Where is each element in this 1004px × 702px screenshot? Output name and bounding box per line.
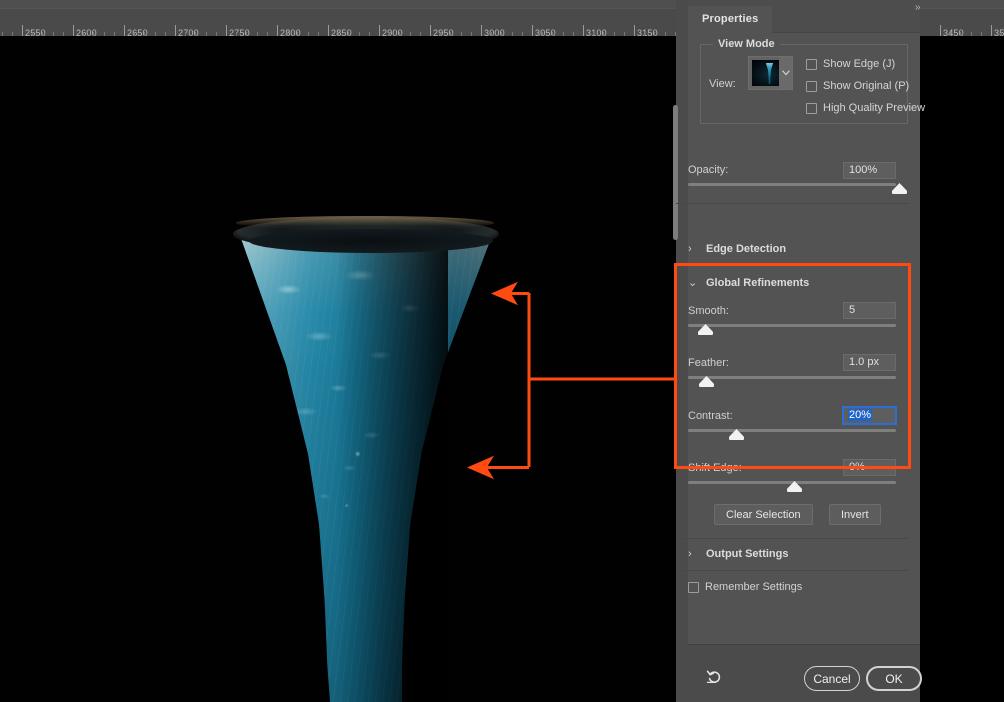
select-and-mask-properties-panel[interactable]: Properties View Mode View: Show Edge (J)… — [673, 0, 925, 702]
vase-patina-texture — [239, 233, 493, 702]
ruler-tick-major — [73, 25, 74, 36]
feather-label: Feather: — [688, 357, 729, 369]
vase-rim-opening — [249, 229, 493, 253]
chevron-down-icon-global-refinements: ⌄ — [688, 277, 698, 289]
ruler-tick-minor — [950, 32, 952, 36]
view-mode-legend: View Mode — [713, 38, 780, 50]
checkbox-high-quality-preview[interactable]: High Quality Preview — [806, 102, 925, 114]
section-label-edge-detection: Edge Detection — [706, 243, 787, 255]
opacity-label: Opacity: — [688, 164, 729, 176]
shift-edge-value-field[interactable]: 0% — [843, 459, 896, 476]
chevron-down-icon[interactable] — [779, 57, 792, 89]
panel-scrollbar[interactable] — [673, 65, 687, 644]
contrast-slider-track[interactable] — [688, 429, 896, 432]
ruler-tick-major — [634, 25, 635, 36]
smooth-slider-track[interactable] — [688, 324, 896, 327]
ruler-tick-major — [328, 25, 329, 36]
panel-body: View Mode View: Show Edge (J) Show Origi… — [673, 33, 925, 644]
chevron-right-icon-output-settings: › — [688, 548, 692, 560]
feather-value-field[interactable]: 1.0 px — [843, 354, 896, 371]
ruler-tick-major — [532, 25, 533, 36]
ruler-tick-minor — [1001, 32, 1003, 36]
view-mode-dropdown[interactable] — [748, 56, 793, 90]
ok-button[interactable]: OK — [866, 666, 922, 691]
invert-button[interactable]: Invert — [829, 504, 881, 525]
view-mode-thumbnail-subject — [765, 63, 774, 84]
vase-rim-highlight — [236, 216, 494, 230]
ruler-tick-major — [430, 25, 431, 36]
image-preview[interactable] — [0, 36, 688, 702]
checkbox-label-high-quality-preview: High Quality Preview — [823, 102, 926, 114]
opacity-value-field[interactable]: 100% — [843, 162, 896, 179]
contrast-label: Contrast: — [688, 410, 733, 422]
view-mode-group: View Mode View: Show Edge (J) Show Origi… — [700, 38, 925, 124]
divider-edge-detection-top — [676, 203, 908, 204]
feather-slider-track[interactable] — [688, 376, 896, 379]
app-chrome-top-bar-right — [920, 0, 1004, 8]
view-mode-label: View: — [709, 78, 736, 90]
contrast-value-field[interactable]: 20% — [842, 406, 897, 425]
checkbox-box-remember-settings[interactable] — [688, 581, 699, 593]
section-label-global-refinements: Global Refinements — [706, 276, 810, 289]
clear-selection-button[interactable]: Clear Selection — [714, 504, 813, 525]
document-right-strip: 34503500 — [920, 0, 1004, 702]
panel-footer-bar: Cancel OK — [688, 644, 922, 702]
shift-edge-label: Shift Edge: — [688, 462, 742, 474]
section-label-output-settings: Output Settings — [706, 548, 789, 560]
collapse-panels-icon[interactable]: » — [915, 2, 920, 13]
opacity-slider-track[interactable] — [688, 183, 896, 186]
shift-edge-slider-track[interactable] — [688, 481, 896, 484]
ruler-tick-major — [277, 25, 278, 36]
divider-edge-detection-bottom — [676, 265, 908, 266]
section-header-global-refinements[interactable]: ⌄ Global Refinements — [688, 276, 810, 290]
checkbox-show-edge[interactable]: Show Edge (J) — [806, 58, 895, 70]
ruler-tick-major — [22, 25, 23, 36]
ruler-tick-major — [379, 25, 380, 36]
checkbox-box-show-edge[interactable] — [806, 58, 817, 70]
ruler-tick-major — [175, 25, 176, 36]
checkbox-box-high-quality-preview[interactable] — [806, 102, 817, 114]
checkbox-label-show-edge: Show Edge (J) — [823, 58, 896, 70]
checkbox-show-original[interactable]: Show Original (P) — [806, 80, 909, 92]
horizontal-ruler-right: 34503500 — [920, 8, 1004, 36]
ruler-label: 3500 — [994, 28, 1004, 36]
ruler-tick-minor — [960, 32, 962, 36]
panel-scrollbar-thumb[interactable] — [673, 105, 678, 240]
ruler-tick-major — [481, 25, 482, 36]
reset-arrow-icon[interactable] — [706, 668, 724, 686]
checkbox-box-show-original[interactable] — [806, 80, 817, 92]
ruler-tick-major — [991, 25, 992, 36]
vase-subject — [228, 211, 504, 702]
smooth-value-field[interactable]: 5 — [843, 302, 896, 319]
ruler-tick-major — [226, 25, 227, 36]
tab-properties[interactable]: Properties — [688, 6, 773, 33]
divider-output-settings-bottom — [676, 570, 908, 571]
ruler-tick-major — [583, 25, 584, 36]
ruler-tick-minor — [980, 32, 982, 36]
chevron-right-icon-edge-detection: › — [688, 243, 692, 255]
checkbox-remember-settings[interactable]: Remember Settings — [688, 581, 802, 593]
ruler-tick-major — [124, 25, 125, 36]
section-header-output-settings[interactable]: › Output Settings — [688, 548, 789, 560]
contrast-value-selected-text: 20% — [848, 409, 873, 421]
checkbox-label-remember-settings: Remember Settings — [705, 581, 803, 593]
divider-output-settings-top — [676, 538, 908, 539]
section-header-edge-detection[interactable]: › Edge Detection — [688, 243, 786, 255]
panel-tab-bar: Properties — [688, 0, 920, 33]
cancel-button[interactable]: Cancel — [804, 666, 860, 691]
smooth-label: Smooth: — [688, 305, 729, 317]
checkbox-label-show-original: Show Original (P) — [823, 80, 910, 92]
ruler-tick-major — [940, 25, 941, 36]
ruler-tick-minor — [970, 32, 972, 36]
